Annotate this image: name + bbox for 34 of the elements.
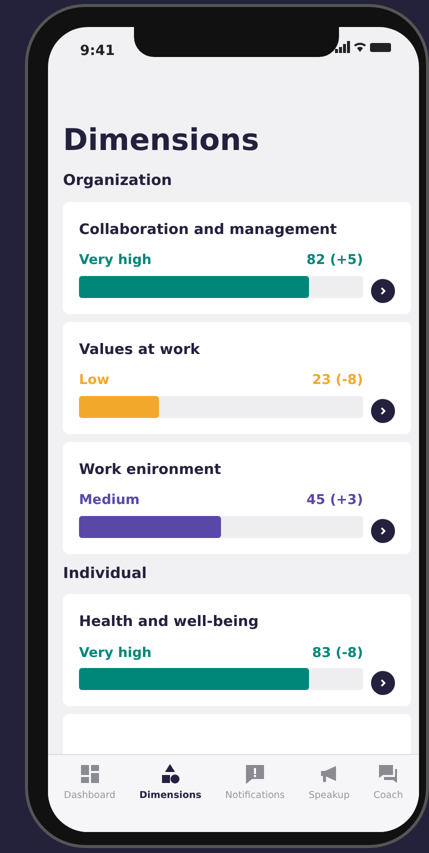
section-title: Individual	[63, 562, 148, 584]
chevron-right-icon	[378, 406, 388, 416]
chevron-right-button[interactable]	[371, 398, 395, 422]
status-time: 9:41	[80, 42, 115, 61]
status-icons	[335, 41, 393, 53]
rating-label: Medium	[79, 491, 140, 510]
chat-icon	[377, 763, 400, 785]
score-value: 82 (+5)	[306, 251, 363, 270]
section-title: Organization	[63, 170, 173, 191]
dimension-name: Health and well-being	[79, 613, 260, 632]
rating-label: Very high	[79, 251, 152, 270]
rating-label: Low	[79, 371, 110, 390]
chevron-right-icon	[378, 526, 388, 536]
alert-icon	[244, 763, 266, 785]
tab-item[interactable]: Speakup	[306, 759, 352, 832]
chevron-right-button[interactable]	[371, 671, 395, 695]
chevron-right-icon	[378, 286, 388, 296]
chevron-right-button[interactable]	[371, 278, 395, 302]
tab-item[interactable]: Notifications	[223, 759, 287, 832]
score-value: 45 (+3)	[306, 491, 363, 510]
dimension-name: Collaboration and management	[79, 220, 338, 240]
rating-label: Very high	[79, 644, 152, 663]
shapes-icon	[159, 763, 182, 785]
tab-item[interactable]: Dimensions	[137, 759, 204, 832]
dashboard-icon	[78, 763, 101, 785]
chevron-right-icon	[378, 678, 388, 688]
tab-item[interactable]: Coach	[371, 759, 405, 832]
score-value: 23 (-8)	[312, 371, 363, 390]
chevron-right-button[interactable]	[371, 518, 395, 542]
dimension-name: Values at work	[79, 340, 201, 360]
score-value: 83 (-8)	[312, 644, 363, 663]
tab-item[interactable]: Dashboard	[62, 759, 118, 832]
dimension-name: Work enironment	[79, 460, 222, 480]
page-title: Dimensions	[63, 123, 260, 159]
